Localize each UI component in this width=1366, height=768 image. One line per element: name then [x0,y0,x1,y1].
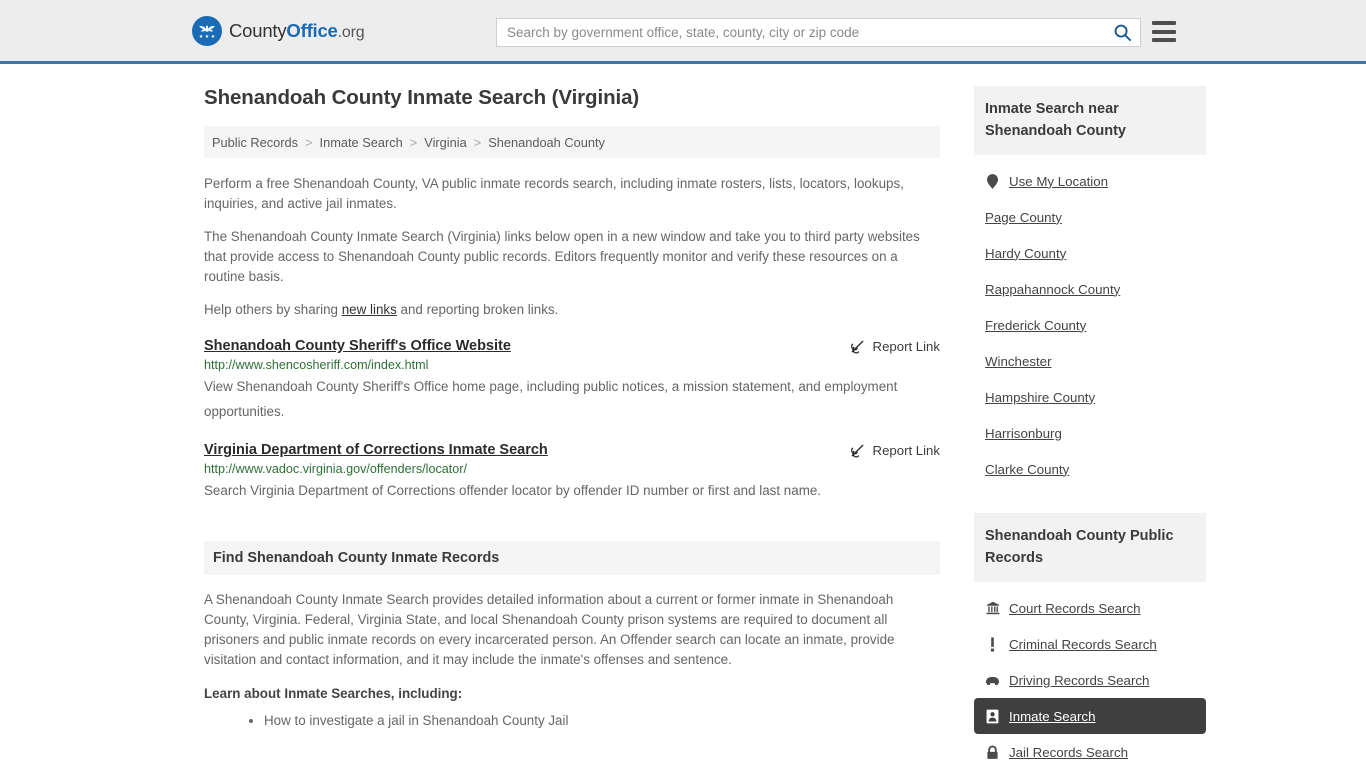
site-logo[interactable]: CountyOffice.org [192,15,365,46]
sidebar-item-rappahannock-county[interactable]: Rappahannock County [974,271,1206,307]
sidebar-item-jail-records-search[interactable]: Jail Records Search [974,734,1206,768]
link-entry: Virginia Department of Corrections Inmat… [204,442,940,503]
sidebar-item-harrisonburg[interactable]: Harrisonburg [974,415,1206,451]
sidebar-item-hampshire-county[interactable]: Hampshire County [974,379,1206,415]
hamburger-bar [1152,21,1176,25]
sidebar-item-frederick-county[interactable]: Frederick County [974,307,1206,343]
main-content: Shenandoah County Inmate Search (Virgini… [204,64,940,732]
breadcrumb-separator: > [409,134,418,150]
sidebar-item-use-my-location[interactable]: Use My Location [974,163,1206,199]
entry-url[interactable]: http://www.vadoc.virginia.gov/offenders/… [204,462,940,476]
lock-icon [985,745,1000,760]
search-icon [1114,24,1131,42]
sidebar-item-label: Hampshire County [985,389,1096,405]
report-link-button[interactable]: Report Link [850,338,940,354]
sidebar-item-label: Winchester [985,353,1052,369]
sidebar-item-clarke-county[interactable]: Clarke County [974,451,1206,487]
find-records-heading: Find Shenandoah County Inmate Records [213,550,500,566]
intro-paragraph-2: The Shenandoah County Inmate Search (Vir… [204,229,920,284]
sidebar-item-label: Hardy County [985,245,1067,261]
sidebar-item-label: Use My Location [1009,173,1109,189]
broken-link-icon [850,340,863,354]
nearby-panel-heading: Inmate Search near Shenandoah County [985,101,1126,139]
public-records-panel: Shenandoah County Public Records Court R… [974,513,1206,768]
id-badge-icon [985,709,1000,724]
nearby-panel-header: Inmate Search near Shenandoah County [974,86,1206,155]
sidebar-item-inmate-search[interactable]: Inmate Search [974,698,1206,734]
exclamation-icon [985,636,1000,652]
sidebar-item-label: Frederick County [985,317,1087,333]
entry-description: View Shenandoah County Sheriff's Office … [204,379,898,419]
entry-title-link[interactable]: Shenandoah County Sheriff's Office Websi… [204,338,511,354]
share-text-after: and reporting broken links. [396,302,559,317]
hamburger-menu-icon[interactable] [1152,21,1176,42]
entry-title-link[interactable]: Virginia Department of Corrections Inmat… [204,442,548,458]
entry-description: Search Virginia Department of Correction… [204,483,822,498]
breadcrumb-separator: > [305,134,313,150]
link-entry: Shenandoah County Sheriff's Office Websi… [204,338,940,424]
learn-about-heading: Learn about Inmate Searches, including: [204,686,463,701]
breadcrumb-item-virginia[interactable]: Virginia [424,135,466,150]
sidebar-item-court-records-search[interactable]: Court Records Search [974,590,1206,626]
new-links-link[interactable]: new links [342,302,397,317]
map-pin-icon [985,173,1000,189]
sidebar: Inmate Search near Shenandoah County Use… [974,64,1206,768]
sidebar-item-label: Clarke County [985,461,1070,477]
find-records-body: A Shenandoah County Inmate Search provid… [204,592,895,667]
courthouse-icon [985,601,1000,615]
page-body: Shenandoah County Inmate Search (Virgini… [0,64,1366,768]
report-link-button[interactable]: Report Link [850,442,940,458]
breadcrumb-item-inmate-search[interactable]: Inmate Search [320,135,403,150]
share-links-paragraph: Help others by sharing new links and rep… [204,300,940,320]
sidebar-item-hardy-county[interactable]: Hardy County [974,235,1206,271]
entry-header: Shenandoah County Sheriff's Office Websi… [204,338,940,354]
public-records-panel-heading: Shenandoah County Public Records [985,528,1174,566]
entry-header: Virginia Department of Corrections Inmat… [204,442,940,458]
breadcrumb: Public Records > Inmate Search > Virgini… [204,126,940,158]
nearby-inmate-search-panel: Inmate Search near Shenandoah County Use… [974,86,1206,487]
report-link-label: Report Link [872,339,940,354]
public-records-panel-list: Court Records Search Criminal Records Se… [974,582,1206,768]
search-button[interactable] [1104,19,1140,46]
sidebar-item-page-county[interactable]: Page County [974,199,1206,235]
breadcrumb-item-public-records[interactable]: Public Records [212,135,298,150]
sidebar-item-label: Jail Records Search [1009,744,1128,760]
list-item[interactable]: How to investigate a jail in Shenandoah … [264,710,940,732]
report-link-label: Report Link [872,443,940,458]
share-text-before: Help others by sharing [204,302,342,317]
public-records-panel-header: Shenandoah County Public Records [974,513,1206,582]
page-title: Shenandoah County Inmate Search (Virgini… [204,86,640,109]
car-icon [985,675,1000,686]
nearby-panel-list: Use My Location Page County Hardy County… [974,155,1206,487]
sidebar-item-label: Inmate Search [1009,708,1096,724]
broken-link-icon [850,444,863,458]
learn-about-list: How to investigate a jail in Shenandoah … [204,710,940,732]
eagle-shield-icon [192,15,222,46]
logo-text: CountyOffice.org [229,19,365,42]
breadcrumb-separator: > [473,134,482,150]
logo-text-office: Office [286,19,338,41]
search-input[interactable] [497,19,1104,46]
logo-text-org: .org [337,23,365,41]
entry-url[interactable]: http://www.shencosheriff.com/index.html [204,358,940,372]
search-bar[interactable] [496,18,1141,47]
hamburger-bar [1152,38,1176,42]
breadcrumb-item-shenandoah-county: Shenandoah County [488,134,605,150]
site-header: CountyOffice.org [0,0,1366,64]
intro-paragraph-1: Perform a free Shenandoah County, VA pub… [204,176,904,211]
sidebar-item-label: Rappahannock County [985,281,1121,297]
sidebar-item-label: Criminal Records Search [1009,636,1157,652]
hamburger-bar [1152,29,1176,34]
sidebar-item-label: Court Records Search [1009,600,1141,616]
sidebar-item-winchester[interactable]: Winchester [974,343,1206,379]
find-records-section-header: Find Shenandoah County Inmate Records [204,541,940,575]
logo-text-county: County [229,19,287,41]
sidebar-item-label: Driving Records Search [1009,672,1150,688]
sidebar-item-criminal-records-search[interactable]: Criminal Records Search [974,626,1206,662]
sidebar-item-driving-records-search[interactable]: Driving Records Search [974,662,1206,698]
sidebar-item-label: Page County [985,209,1062,225]
sidebar-item-label: Harrisonburg [985,425,1062,441]
